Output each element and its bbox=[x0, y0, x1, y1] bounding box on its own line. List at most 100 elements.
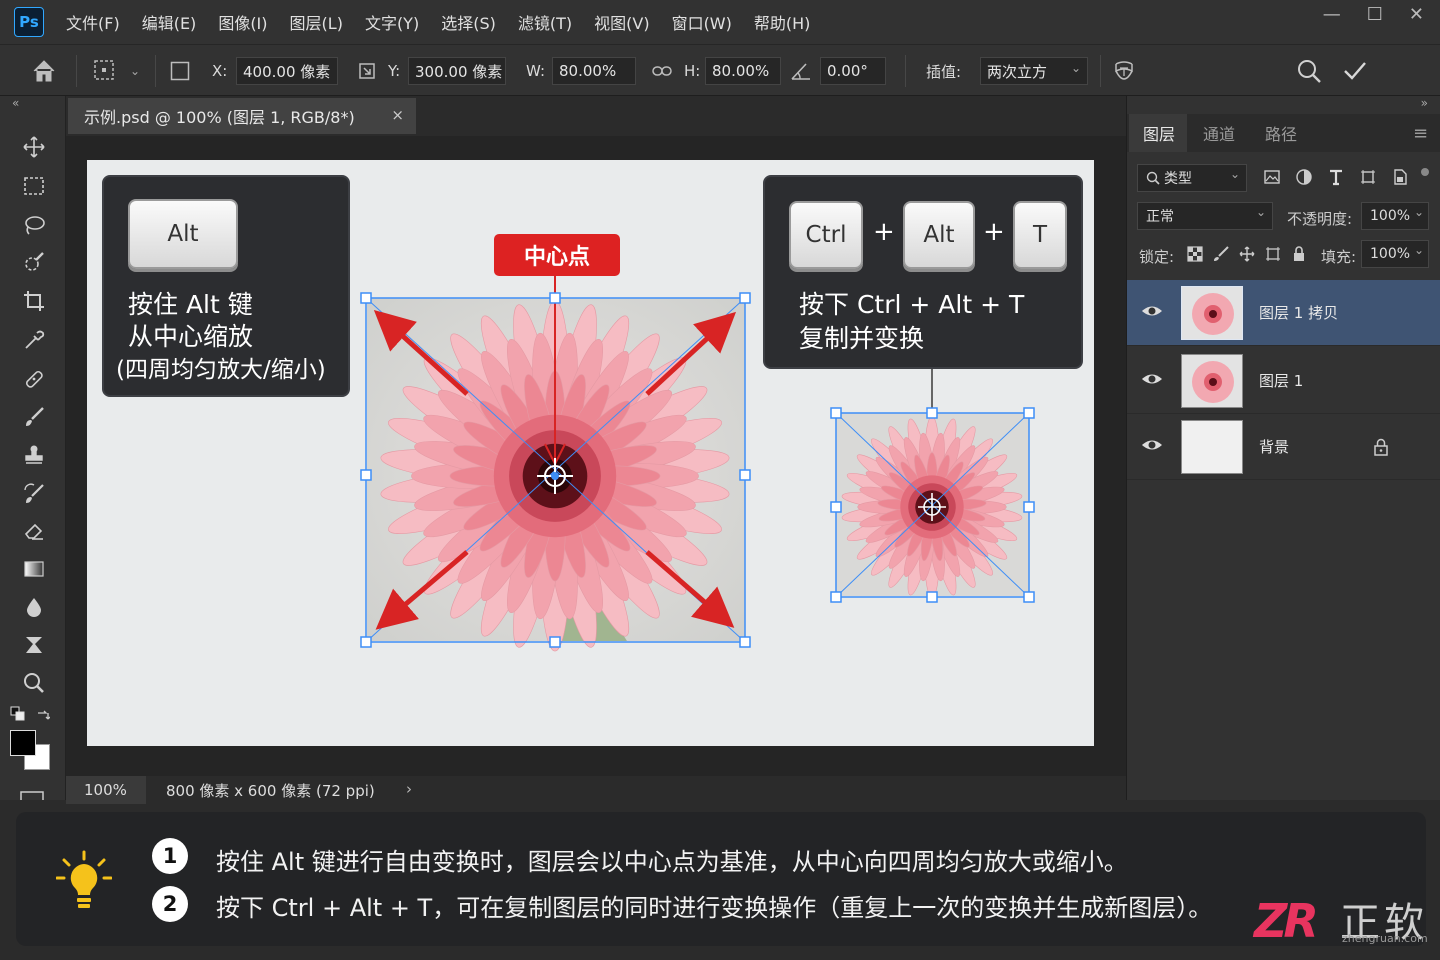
pixel-filter-icon[interactable] bbox=[1263, 168, 1281, 186]
y-position-field[interactable]: 300.00 像素 bbox=[408, 57, 506, 85]
document-tab[interactable]: 示例.psd @ 100% (图层 1, RGB/8*) × bbox=[68, 98, 416, 134]
lightbulb-icon bbox=[56, 850, 112, 908]
foreground-color-swatch[interactable] bbox=[10, 730, 36, 756]
type-filter-icon[interactable] bbox=[1327, 168, 1345, 186]
eyedropper-tool-icon[interactable] bbox=[19, 325, 49, 355]
brush-tool-icon[interactable] bbox=[19, 402, 49, 432]
collapse-panel-icon[interactable]: » bbox=[1421, 96, 1428, 110]
eraser-tool-icon[interactable] bbox=[19, 516, 49, 546]
commit-transform-icon[interactable] bbox=[1342, 45, 1368, 97]
layer-row-1[interactable]: 图层 1 bbox=[1127, 348, 1440, 414]
visibility-eye-icon[interactable] bbox=[1141, 434, 1163, 456]
photoshop-logo[interactable]: Ps bbox=[14, 7, 44, 37]
chevron-down-icon[interactable]: ⌄ bbox=[130, 45, 140, 97]
opacity-field[interactable]: 100% ⌄ bbox=[1361, 202, 1429, 230]
menu-edit[interactable]: 编辑(E) bbox=[142, 10, 197, 34]
lock-pixels-icon[interactable] bbox=[1213, 246, 1229, 262]
marquee-tool-icon[interactable] bbox=[19, 171, 49, 201]
gradient-tool-icon[interactable] bbox=[19, 554, 49, 584]
status-bar: 100% 800 像素 x 600 像素 (72 ppi) › bbox=[66, 776, 1126, 804]
layer-thumbnail bbox=[1181, 420, 1243, 474]
watermark-url: zhengruan.com bbox=[1342, 932, 1428, 945]
menu-help[interactable]: 帮助(H) bbox=[754, 10, 811, 34]
menu-filter[interactable]: 滤镜(T) bbox=[518, 10, 572, 34]
menu-image[interactable]: 图像(I) bbox=[218, 10, 267, 34]
document-tab-bar: 示例.psd @ 100% (图层 1, RGB/8*) × bbox=[66, 96, 1126, 136]
angle-field[interactable]: 0.00° bbox=[820, 57, 886, 85]
zoom-tool-icon[interactable] bbox=[19, 668, 49, 698]
relative-position-icon[interactable] bbox=[358, 45, 376, 97]
plus-sign-2: + bbox=[983, 217, 1005, 247]
stamp-tool-icon[interactable] bbox=[19, 440, 49, 470]
layer-row-background[interactable]: 背景 bbox=[1127, 414, 1440, 480]
blur-tool-icon[interactable] bbox=[19, 592, 49, 622]
default-colors-icon[interactable] bbox=[10, 706, 26, 722]
close-document-icon[interactable]: × bbox=[391, 106, 404, 124]
plus-sign-1: + bbox=[873, 217, 895, 247]
zoom-level[interactable]: 100% bbox=[66, 776, 146, 804]
blend-mode-select[interactable]: 正常 ⌄ bbox=[1137, 202, 1273, 230]
quick-mask-icon[interactable] bbox=[20, 786, 44, 800]
x-position-field[interactable]: 400.00 像素 bbox=[236, 57, 338, 85]
layer-filter-value: 类型 bbox=[1164, 171, 1192, 187]
swap-colors-icon[interactable] bbox=[36, 708, 51, 722]
adjustment-filter-icon[interactable] bbox=[1295, 168, 1313, 186]
filter-toggle[interactable] bbox=[1421, 168, 1429, 176]
link-icon[interactable] bbox=[652, 45, 672, 97]
opacity-label: 不透明度: bbox=[1287, 210, 1353, 228]
height-field[interactable]: 80.00% bbox=[705, 57, 781, 85]
width-field[interactable]: 80.00% bbox=[552, 57, 636, 85]
menu-type[interactable]: 文字(Y) bbox=[365, 10, 419, 34]
pen-tool-icon[interactable] bbox=[19, 630, 49, 660]
main-menu: 文件(F) 编辑(E) 图像(I) 图层(L) 文字(Y) 选择(S) 滤镜(T… bbox=[66, 10, 832, 34]
reference-point-checkbox[interactable] bbox=[170, 45, 190, 97]
layer-row-copy[interactable]: 图层 1 拷贝 bbox=[1127, 280, 1440, 346]
move-tool-icon[interactable] bbox=[19, 132, 49, 162]
separator bbox=[76, 55, 77, 87]
panel-menu-icon[interactable]: ≡ bbox=[1413, 114, 1428, 152]
alt-key: Alt bbox=[128, 199, 238, 269]
minimize-button[interactable]: — bbox=[1323, 4, 1341, 25]
menu-layer[interactable]: 图层(L) bbox=[290, 10, 343, 34]
layer-name: 图层 1 bbox=[1259, 372, 1304, 390]
menu-view[interactable]: 视图(V) bbox=[594, 10, 649, 34]
collapse-toolbar-icon[interactable]: « bbox=[12, 96, 19, 110]
close-window-button[interactable]: ✕ bbox=[1409, 4, 1424, 25]
tab-channels[interactable]: 通道 bbox=[1203, 114, 1235, 152]
menu-window[interactable]: 窗口(W) bbox=[672, 10, 732, 34]
tab-layers[interactable]: 图层 bbox=[1129, 114, 1187, 152]
menu-file[interactable]: 文件(F) bbox=[66, 10, 120, 34]
quick-selection-tool-icon[interactable] bbox=[19, 248, 49, 278]
home-icon[interactable] bbox=[30, 45, 58, 97]
menu-bar: Ps 文件(F) 编辑(E) 图像(I) 图层(L) 文字(Y) 选择(S) 滤… bbox=[0, 0, 1440, 44]
history-brush-tool-icon[interactable] bbox=[19, 479, 49, 509]
status-menu-arrow[interactable]: › bbox=[406, 780, 412, 798]
fill-field[interactable]: 100% ⌄ bbox=[1361, 240, 1429, 268]
lock-transparent-icon[interactable] bbox=[1187, 246, 1203, 262]
shape-filter-icon[interactable] bbox=[1359, 168, 1377, 186]
transform-selection-icon[interactable] bbox=[92, 45, 118, 97]
cancel-transform-icon[interactable] bbox=[1296, 45, 1322, 97]
lock-position-icon[interactable] bbox=[1239, 246, 1255, 262]
separator bbox=[905, 55, 906, 87]
tab-paths[interactable]: 路径 bbox=[1265, 114, 1297, 152]
lock-artboard-icon[interactable] bbox=[1265, 246, 1281, 262]
layer-filter-select[interactable]: 类型 ⌄ bbox=[1137, 164, 1247, 192]
ctrl-key: Ctrl bbox=[789, 201, 863, 269]
healing-brush-tool-icon[interactable] bbox=[19, 364, 49, 394]
crop-tool-icon[interactable] bbox=[19, 286, 49, 316]
separator bbox=[155, 55, 156, 87]
interpolation-select[interactable]: 两次立方 ⌄ bbox=[980, 57, 1088, 85]
alt-key-card: Alt 按住 Alt 键 从中心缩放 (四周均匀放大/缩小) bbox=[102, 175, 350, 397]
maximize-button[interactable]: ☐ bbox=[1367, 4, 1383, 25]
smart-object-filter-icon[interactable] bbox=[1391, 168, 1409, 186]
warp-mode-icon[interactable] bbox=[1112, 45, 1136, 97]
visibility-eye-icon[interactable] bbox=[1141, 368, 1163, 390]
tip-number-1: 1 bbox=[152, 838, 188, 874]
lasso-tool-icon[interactable] bbox=[19, 210, 49, 240]
chevron-down-icon: ⌄ bbox=[1229, 167, 1240, 181]
lock-all-icon[interactable] bbox=[1291, 246, 1307, 262]
visibility-eye-icon[interactable] bbox=[1141, 300, 1163, 322]
menu-select[interactable]: 选择(S) bbox=[441, 10, 496, 34]
layer-name: 图层 1 拷贝 bbox=[1259, 304, 1339, 322]
